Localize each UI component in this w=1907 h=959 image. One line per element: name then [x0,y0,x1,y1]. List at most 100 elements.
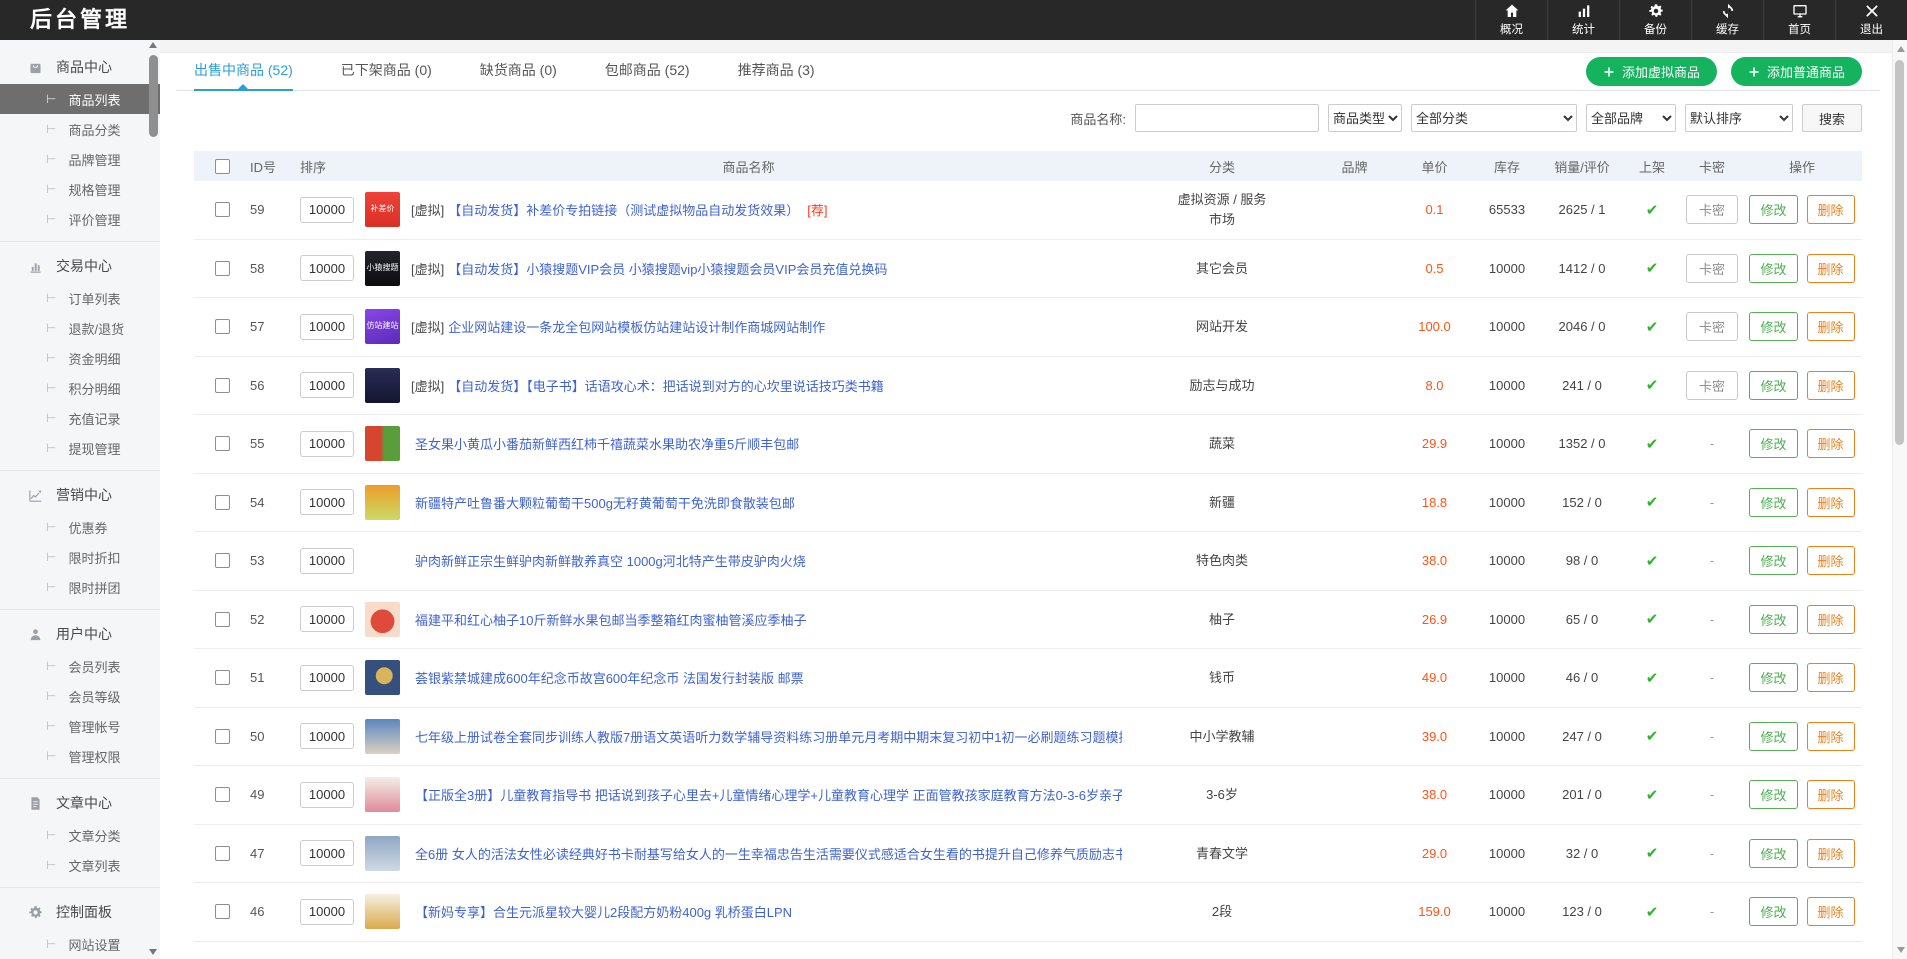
row-checkbox[interactable] [215,319,230,334]
card-key-button[interactable]: - [1710,904,1714,919]
card-key-button[interactable]: - [1710,787,1714,802]
sidebar-item[interactable]: 会员等级 [0,681,160,711]
scroll-down-arrow-icon[interactable] [149,949,157,955]
card-key-button[interactable]: 卡密 [1686,195,1738,224]
row-checkbox[interactable] [215,261,230,276]
tab[interactable]: 推荐商品 (3) [738,53,815,91]
sort-input[interactable] [300,548,354,574]
edit-button[interactable]: 修改 [1749,722,1797,751]
product-name-link[interactable]: 七年级上册试卷全套同步训练人教版7册语文英语听力数学辅导资料练习册单元月考期中期… [415,730,1122,745]
sort-input[interactable] [300,255,354,281]
scroll-down-arrow-icon[interactable] [1897,947,1905,953]
sidebar-item[interactable]: 品牌管理 [0,144,160,174]
card-key-button[interactable]: 卡密 [1686,254,1738,283]
card-key-button[interactable]: - [1710,553,1714,568]
search-button[interactable]: 搜索 [1802,104,1862,132]
row-checkbox[interactable] [215,670,230,685]
sort-input[interactable] [300,197,354,223]
sort-input[interactable] [300,314,354,340]
sort-order-select[interactable]: 默认排序 [1685,104,1793,132]
sort-input[interactable] [300,431,354,457]
row-checkbox[interactable] [215,729,230,744]
edit-button[interactable]: 修改 [1749,195,1797,224]
edit-button[interactable]: 修改 [1749,546,1797,575]
product-name-link[interactable]: 【自动发货】小猿搜题VIP会员 小猿搜题vip小猿搜题会员VIP会员充值兑换码 [448,262,887,277]
row-checkbox[interactable] [215,612,230,627]
row-checkbox[interactable] [215,553,230,568]
select-all-checkbox[interactable] [215,159,230,174]
delete-button[interactable]: 删除 [1807,371,1855,400]
add-virtual-product-button[interactable]: 添加虚拟商品 [1586,57,1717,86]
row-checkbox[interactable] [215,436,230,451]
product-name-link[interactable]: 圣女果小黄瓜小番茄新鲜西红柿千禧蔬菜水果助农净重5斤顺丰包邮 [415,437,799,452]
sidebar-item[interactable]: 限时折扣 [0,542,160,572]
sidebar-section-header[interactable]: 文章中心 [0,786,160,820]
card-key-button[interactable]: - [1710,670,1714,685]
edit-button[interactable]: 修改 [1749,780,1797,809]
edit-button[interactable]: 修改 [1749,897,1797,926]
sort-input[interactable] [300,899,354,925]
card-key-button[interactable]: - [1710,495,1714,510]
product-name-link[interactable]: 全6册 女人的活法女性必读经典好书卡耐基写给女人的一生幸福忠告生活需要仪式感适合… [415,847,1122,862]
tab[interactable]: 出售中商品 (52) [194,53,293,91]
sidebar-scrollbar-thumb[interactable] [149,55,158,137]
sidebar-scrollbar[interactable] [149,42,158,955]
card-key-button[interactable]: - [1710,729,1714,744]
tab[interactable]: 已下架商品 (0) [341,53,432,91]
sidebar-item[interactable]: 资金明细 [0,343,160,373]
sidebar-item[interactable]: 商品分类 [0,114,160,144]
sidebar-item[interactable]: 管理权限 [0,741,160,771]
scroll-up-arrow-icon[interactable] [149,42,157,48]
product-name-link[interactable]: 新疆特产吐鲁番大颗粒葡萄干500g无籽黄葡萄干免洗即食散装包邮 [415,496,795,511]
delete-button[interactable]: 删除 [1807,663,1855,692]
sidebar-item[interactable]: 优惠券 [0,512,160,542]
row-checkbox[interactable] [215,495,230,510]
edit-button[interactable]: 修改 [1749,488,1797,517]
nav-item[interactable]: 概况 [1475,0,1547,40]
product-name-link[interactable]: 福建平和红心柚子10斤新鲜水果包邮当季整箱红肉蜜柚管溪应季柚子 [415,613,806,628]
sidebar-item[interactable]: 评价管理 [0,204,160,234]
product-name-link[interactable]: 【自动发货】补差价专拍链接（测试虚拟物品自动发货效果） [448,203,799,218]
sidebar-section-header[interactable]: 商品中心 [0,50,160,84]
sidebar-item[interactable]: 提现管理 [0,433,160,463]
edit-button[interactable]: 修改 [1749,839,1797,868]
sidebar-section-header[interactable]: 控制面板 [0,895,160,929]
sort-input[interactable] [300,606,354,632]
edit-button[interactable]: 修改 [1749,254,1797,283]
sort-input[interactable] [300,489,354,515]
edit-button[interactable]: 修改 [1749,429,1797,458]
sidebar-section-header[interactable]: 营销中心 [0,478,160,512]
sidebar-item[interactable]: 网站设置 [0,929,160,959]
sidebar-item[interactable]: 规格管理 [0,174,160,204]
row-checkbox[interactable] [215,904,230,919]
product-name-link[interactable]: 【新妈专享】合生元派星较大婴儿2段配方奶粉400g 乳桥蛋白LPN [415,905,792,920]
sidebar-item[interactable]: 文章分类 [0,820,160,850]
scroll-up-arrow-icon[interactable] [1897,46,1905,52]
sort-input[interactable] [300,665,354,691]
delete-button[interactable]: 删除 [1807,605,1855,634]
edit-button[interactable]: 修改 [1749,663,1797,692]
sidebar-item[interactable]: 退款/退货 [0,313,160,343]
sidebar-item[interactable]: 订单列表 [0,283,160,313]
sidebar-item[interactable]: 商品列表 [0,84,160,114]
product-type-select[interactable]: 商品类型 [1328,104,1402,132]
sidebar-item[interactable]: 充值记录 [0,403,160,433]
product-name-link[interactable]: 荟银紫禁城建成600年纪念币故宫600年纪念币 法国发行封装版 邮票 [415,671,804,686]
edit-button[interactable]: 修改 [1749,605,1797,634]
row-checkbox[interactable] [215,378,230,393]
product-name-input[interactable] [1135,104,1319,132]
sort-input[interactable] [300,372,354,398]
page-scrollbar-thumb[interactable] [1895,60,1904,445]
tab[interactable]: 包邮商品 (52) [605,53,690,91]
delete-button[interactable]: 删除 [1807,429,1855,458]
product-name-link[interactable]: 【自动发货】【电子书】话语攻心术：把话说到对方的心坎里说话技巧类书籍 [448,379,884,394]
card-key-button[interactable]: - [1710,612,1714,627]
sort-input[interactable] [300,723,354,749]
sidebar-item[interactable]: 会员列表 [0,651,160,681]
delete-button[interactable]: 删除 [1807,195,1855,224]
card-key-button[interactable]: 卡密 [1686,312,1738,341]
add-normal-product-button[interactable]: 添加普通商品 [1731,57,1862,86]
sidebar-section-header[interactable]: 用户中心 [0,617,160,651]
sidebar-item[interactable]: 积分明细 [0,373,160,403]
row-checkbox[interactable] [215,787,230,802]
